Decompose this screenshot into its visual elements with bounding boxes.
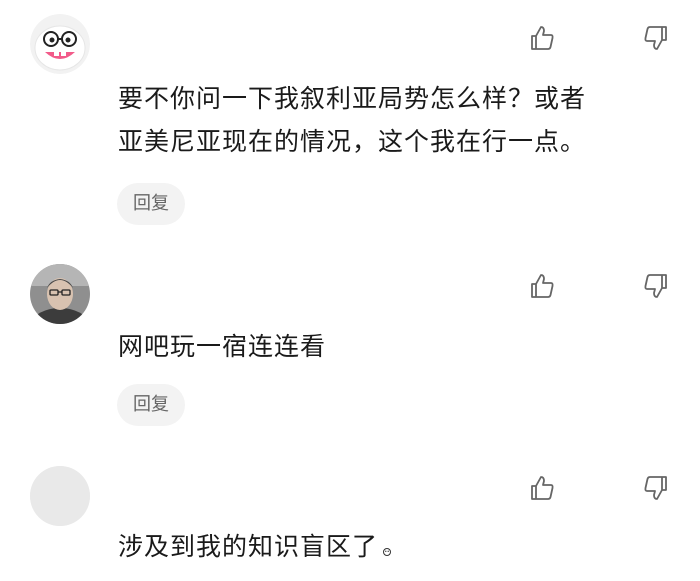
reply-button[interactable]: 回复 (117, 384, 185, 426)
cartoon-face-icon (30, 14, 90, 74)
dislike-button[interactable] (640, 472, 672, 504)
avatar[interactable] (30, 264, 90, 324)
dislike-button[interactable] (640, 22, 672, 54)
reply-button[interactable]: 回复 (117, 183, 185, 225)
comment-text-line: 亚美尼亚现在的情况，这个我在行一点。 (118, 127, 587, 156)
dislike-button[interactable] (640, 270, 672, 302)
thumbs-down-outline-icon (644, 274, 667, 298)
like-button[interactable] (526, 270, 558, 302)
comment-text-line: 网吧玩一宿连连看 (118, 332, 327, 361)
comment-item: 涉及到我的知识盲区了 (0, 450, 700, 581)
thumbs-up-outline-icon (531, 274, 554, 298)
thumbs-down-outline-icon (644, 26, 667, 50)
avatar[interactable] (30, 466, 90, 526)
comment-text: 网吧玩一宿连连看 (118, 325, 678, 368)
comment-item: 网吧玩一宿连连看 回复 (0, 250, 700, 450)
like-button[interactable] (526, 22, 558, 54)
comment-text-line: 要不你问一下我叙利亚局势怎么样？或者 (118, 84, 587, 113)
thumbs-down-outline-icon (644, 476, 667, 500)
comment-item: 要不你问一下我叙利亚局势怎么样？或者 亚美尼亚现在的情况，这个我在行一点。 回复 (0, 0, 700, 250)
thumbs-up-outline-icon (531, 26, 554, 50)
comment-text: 涉及到我的知识盲区了 (118, 525, 678, 570)
emoji-icon (382, 527, 392, 570)
comment-text-line: 涉及到我的知识盲区了 (118, 532, 379, 561)
thumbs-up-outline-icon (531, 476, 554, 500)
user-photo-icon (30, 264, 90, 324)
like-button[interactable] (526, 472, 558, 504)
avatar[interactable] (30, 14, 90, 74)
placeholder-avatar-icon (30, 466, 90, 526)
comment-text: 要不你问一下我叙利亚局势怎么样？或者 亚美尼亚现在的情况，这个我在行一点。 (118, 77, 678, 163)
